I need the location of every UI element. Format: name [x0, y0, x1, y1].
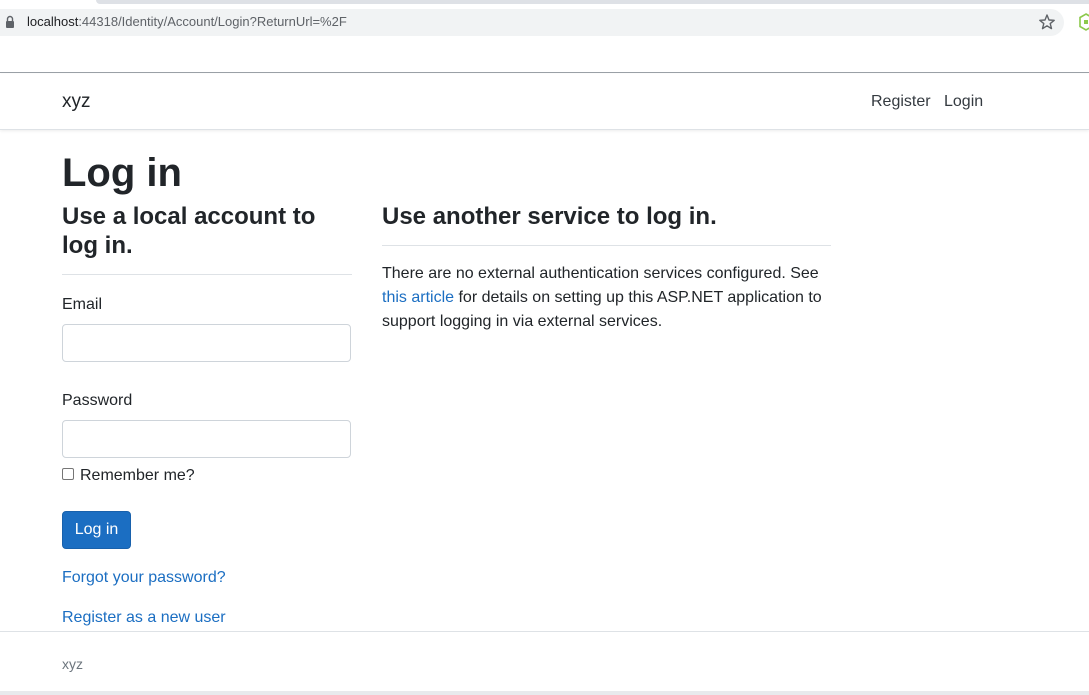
footer-text: xyz [62, 656, 83, 672]
local-login-section: Use a local account to log in. Email Pas… [62, 202, 352, 458]
external-login-section: Use another service to log in. There are… [382, 202, 831, 334]
url-host: localhost [27, 14, 79, 29]
register-new-user-link[interactable]: Register as a new user [62, 608, 226, 628]
email-input[interactable] [62, 324, 351, 362]
remember-me-label[interactable]: Remember me? [80, 466, 195, 486]
divider [62, 274, 352, 275]
login-button[interactable]: Log in [62, 511, 131, 549]
lock-icon[interactable] [5, 15, 15, 29]
external-text-before: There are no external authentication ser… [382, 265, 819, 282]
page-title: Log in [62, 151, 182, 195]
extension-icon[interactable] [1079, 13, 1089, 31]
nav-register-link[interactable]: Register [871, 92, 931, 112]
email-label: Email [62, 296, 103, 313]
star-icon[interactable] [1038, 13, 1056, 31]
forgot-password-link[interactable]: Forgot your password? [62, 568, 226, 588]
navbar-brand[interactable]: xyz [62, 90, 91, 114]
browser-chrome: localhost:44318/Identity/Account/Login?R… [0, 0, 1089, 73]
site-navbar: xyz Register Login [0, 74, 1089, 130]
nav-login-link[interactable]: Login [944, 92, 983, 112]
url-path: :44318/Identity/Account/Login?ReturnUrl=… [78, 14, 347, 29]
tab-strip [96, 0, 1089, 4]
this-article-link[interactable]: this article [382, 289, 454, 306]
window-bottom-edge [0, 691, 1089, 695]
remember-me-checkbox[interactable] [62, 468, 74, 480]
site-footer: xyz [0, 631, 1089, 691]
password-input[interactable] [62, 420, 351, 458]
url-text[interactable]: localhost:44318/Identity/Account/Login?R… [27, 14, 347, 30]
external-info-text: There are no external authentication ser… [382, 262, 831, 334]
external-login-heading: Use another service to log in. [382, 203, 717, 230]
password-label: Password [62, 392, 133, 409]
divider [382, 245, 831, 246]
local-login-heading: Use a local account to log in. [62, 203, 316, 259]
